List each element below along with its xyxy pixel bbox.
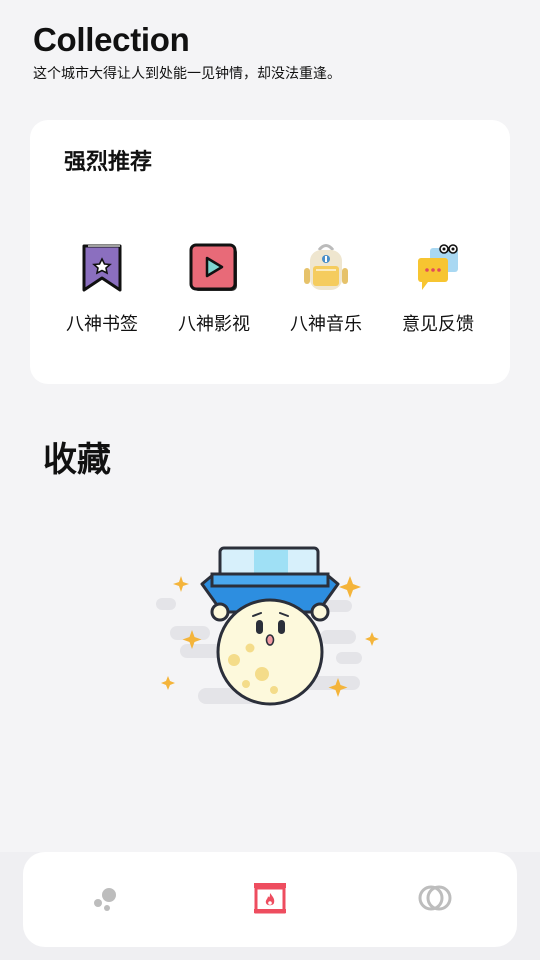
bookmark-icon	[74, 240, 130, 296]
recommend-grid: 八神书签 八神影视 八神音乐 意见反馈	[46, 240, 494, 336]
moon-with-box-illustration	[150, 540, 390, 720]
dots-icon	[90, 883, 120, 917]
page-subtitle: 这个城市大得让人到处能一见钟情，却没法重逢。	[33, 66, 341, 82]
tab-dots[interactable]	[23, 852, 188, 947]
feedback-chat-icon	[410, 240, 466, 296]
tab-rings[interactable]	[352, 852, 517, 947]
recommend-card: 强烈推荐 八神书签 八神影视 八神音乐 意见反馈	[30, 120, 510, 384]
recommend-item-feedback[interactable]: 意见反馈	[382, 240, 494, 336]
rings-icon	[417, 883, 453, 917]
play-video-icon	[186, 240, 242, 296]
recommend-title: 强烈推荐	[64, 150, 153, 175]
recommend-item-bookmark[interactable]: 八神书签	[46, 240, 158, 336]
tab-fireplace[interactable]	[188, 852, 353, 947]
bottom-tab-bar	[23, 852, 517, 947]
recommend-item-label: 八神书签	[66, 314, 138, 335]
page-header: Collection 这个城市大得让人到处能一见钟情，却没法重逢。	[33, 20, 341, 84]
collection-title: 收藏	[43, 440, 111, 480]
recommend-item-label: 八神影视	[178, 314, 250, 335]
page-title: Collection	[33, 21, 190, 58]
recommend-item-video[interactable]: 八神影视	[158, 240, 270, 336]
recommend-item-music[interactable]: 八神音乐	[270, 240, 382, 336]
backpack-icon	[298, 240, 354, 296]
fireplace-icon	[253, 882, 287, 918]
recommend-item-label: 意见反馈	[402, 314, 474, 335]
recommend-item-label: 八神音乐	[290, 314, 362, 335]
